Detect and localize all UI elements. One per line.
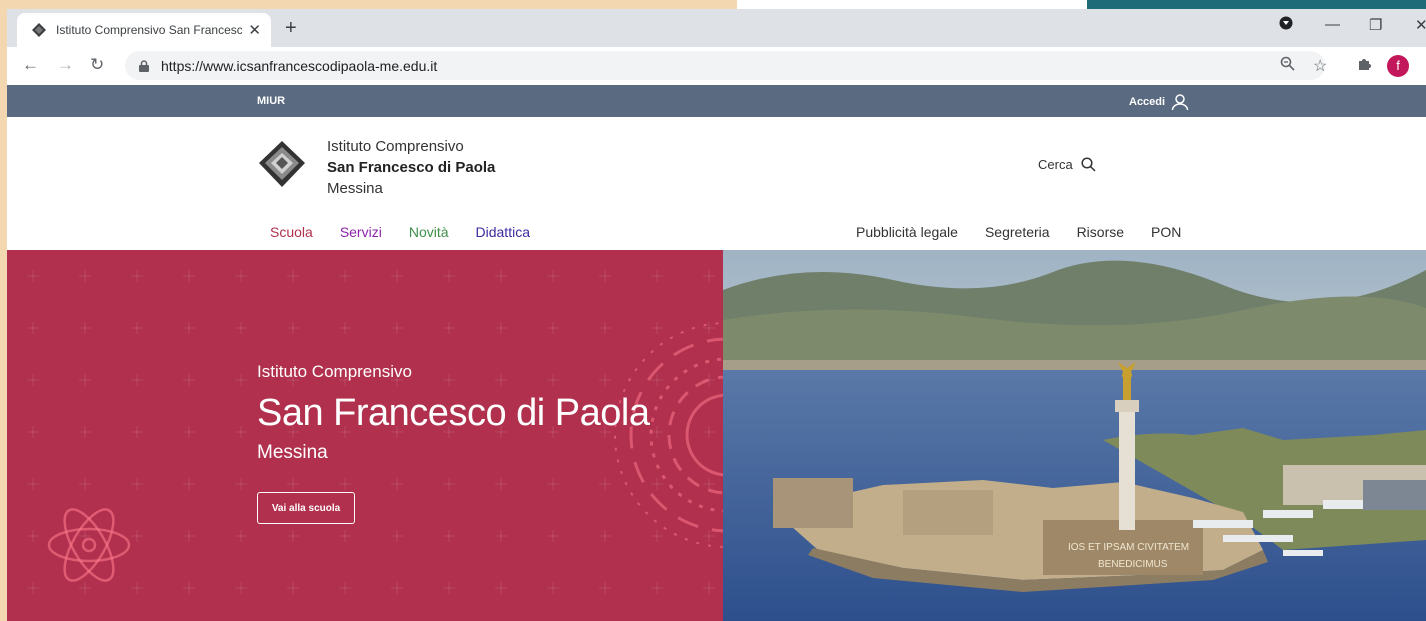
nav-item-pubblicita-legale[interactable]: Pubblicità legale (856, 224, 958, 240)
brand-line-2: San Francesco di Paola (327, 159, 496, 176)
profile-avatar[interactable]: f (1387, 55, 1409, 77)
address-bar[interactable]: https://www.icsanfrancescodipaola-me.edu… (125, 51, 1325, 80)
miur-link[interactable]: MIUR (257, 95, 285, 107)
main-navigation: Scuola Servizi Novità Didattica (270, 224, 530, 240)
close-tab-icon[interactable]: ✕ (248, 21, 261, 39)
hero-banner: Istituto Comprensivo San Francesco di Pa… (7, 250, 1426, 621)
nav-item-scuola[interactable]: Scuola (270, 224, 313, 240)
nav-item-novita[interactable]: Novità (409, 224, 449, 240)
lock-icon[interactable] (139, 59, 149, 72)
site-brand[interactable]: Istituto Comprensivo San Francesco di Pa… (327, 136, 495, 199)
zoom-icon[interactable] (1280, 56, 1295, 76)
nav-item-pon[interactable]: PON (1151, 224, 1181, 240)
go-to-school-button[interactable]: Vai alla scuola (257, 492, 355, 524)
hero-kicker: Istituto Comprensivo (257, 362, 412, 381)
back-icon[interactable]: ← (22, 55, 39, 75)
url-text[interactable]: https://www.icsanfrancescodipaola-me.edu… (161, 58, 437, 74)
login-link[interactable]: Accedi (1129, 93, 1189, 111)
restore-icon[interactable]: ❐ (1369, 16, 1382, 34)
nav-item-risorse[interactable]: Risorse (1077, 224, 1124, 240)
brand-line-1: Istituto Comprensivo (327, 138, 464, 155)
search-button[interactable]: Cerca (1038, 157, 1096, 172)
reload-icon[interactable]: ↻ (90, 55, 104, 75)
search-label: Cerca (1038, 157, 1073, 172)
hero-city: Messina (257, 442, 328, 463)
top-utility-bar: MIUR Accedi (7, 85, 1426, 117)
desktop-background-light (737, 0, 1087, 9)
monument-inscription-2: BENEDICIMUS (1098, 559, 1168, 570)
tab-title: Istituto Comprensivo San Francesco di Pa… (56, 23, 243, 37)
hero-pattern (7, 250, 723, 621)
nav-item-didattica[interactable]: Didattica (476, 224, 530, 240)
desktop-background-teal (1087, 0, 1426, 9)
nav-item-segreteria[interactable]: Segreteria (985, 224, 1050, 240)
browser-tab[interactable]: Istituto Comprensivo San Francesco di Pa… (17, 13, 271, 47)
hero-text-panel: Istituto Comprensivo San Francesco di Pa… (7, 250, 723, 621)
close-window-icon[interactable]: ✕ (1415, 16, 1426, 34)
minimize-icon[interactable]: — (1325, 16, 1340, 33)
new-tab-button[interactable]: + (285, 17, 297, 40)
tab-strip: Istituto Comprensivo San Francesco di Pa… (7, 9, 1426, 47)
forward-icon[interactable]: → (57, 55, 74, 75)
bookmark-star-icon[interactable]: ☆ (1313, 56, 1327, 76)
monument-inscription-1: IOS ET IPSAM CIVITATEM (1068, 542, 1189, 553)
site-header: Istituto Comprensivo San Francesco di Pa… (7, 117, 1426, 250)
secondary-navigation: Pubblicità legale Segreteria Risorse PON (856, 224, 1181, 240)
hero-photo-messina-harbor: IOS ET IPSAM CIVITATEM BENEDICIMUS (723, 250, 1426, 621)
school-logo[interactable] (257, 137, 307, 193)
media-control-icon[interactable] (1279, 16, 1293, 34)
search-icon (1081, 157, 1096, 172)
login-label: Accedi (1129, 96, 1166, 108)
toolbar: ← → ↻ https://www.icsanfrancescodipaola-… (7, 47, 1426, 85)
nav-item-servizi[interactable]: Servizi (340, 224, 382, 240)
favicon-icon (31, 22, 47, 38)
user-icon (1171, 94, 1189, 111)
brand-line-3: Messina (327, 180, 383, 197)
web-page: MIUR Accedi Istituto Comprensivo San Fra… (7, 85, 1426, 621)
hero-title: San Francesco di Paola (257, 392, 650, 434)
extensions-icon[interactable] (1357, 56, 1372, 76)
browser-window: Istituto Comprensivo San Francesco di Pa… (7, 9, 1426, 621)
